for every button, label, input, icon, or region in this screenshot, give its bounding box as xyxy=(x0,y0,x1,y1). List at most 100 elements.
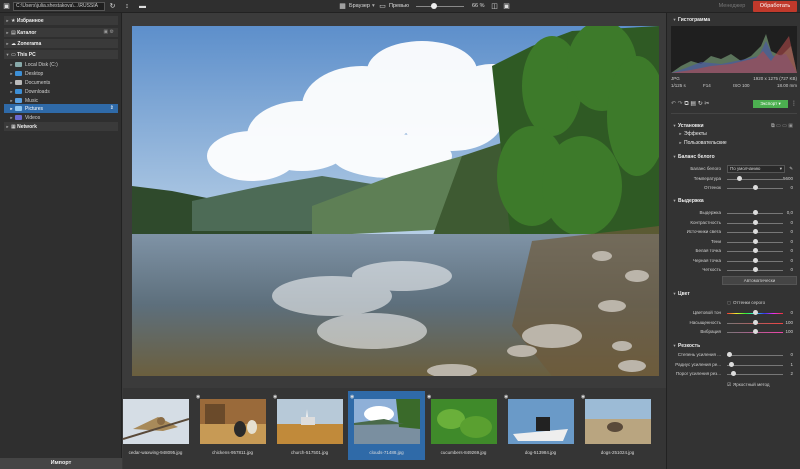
slider-handle[interactable] xyxy=(753,257,758,263)
auto-button[interactable]: Автоматически xyxy=(722,276,797,285)
histogram-header[interactable]: ▾ Гистограмма xyxy=(671,16,797,24)
music-icon xyxy=(15,98,22,103)
manager-tab[interactable]: Менеджер xyxy=(713,1,751,12)
undo-icon[interactable]: ↶ xyxy=(671,101,676,107)
preset-icons[interactable]: ⧉ ▭ ▭ ▣ xyxy=(771,122,793,130)
slider-value[interactable]: 0 xyxy=(790,309,793,317)
zonerama-item[interactable]: ▸ ☁ Zonerama xyxy=(4,39,118,48)
temperature-slider-handle[interactable] xyxy=(737,176,742,181)
slider-row: Четкость 0 xyxy=(671,266,797,274)
slider-handle[interactable] xyxy=(753,310,758,315)
slider-value[interactable]: 0 xyxy=(790,266,793,274)
thumbnail-item[interactable]: ◉ cucumbers-849269.jpg xyxy=(425,391,502,460)
panel-toggle-icon[interactable]: ▣ xyxy=(2,2,11,11)
slider-handle[interactable] xyxy=(753,319,758,325)
thumbnail-item[interactable]: ◉ dogs-251024.jpg xyxy=(579,391,656,460)
color-header[interactable]: ▾ Цвет xyxy=(671,290,797,298)
import-button[interactable]: Импорт xyxy=(0,458,122,469)
this-pc-item[interactable]: ▾ ▭ This PC xyxy=(4,50,118,59)
slider-value[interactable]: 0 xyxy=(790,219,793,227)
thumbnail-item[interactable]: ◉ dog-513984.jpg xyxy=(502,391,579,460)
slider-handle[interactable] xyxy=(753,267,758,272)
catalog-item[interactable]: ▸ ▤ Каталог ▣ ⚙ xyxy=(4,28,118,37)
fit-icon[interactable]: ◫ xyxy=(490,2,499,11)
tree-item-local-disk[interactable]: ▸ Local Disk (C:) xyxy=(8,60,118,69)
slider-handle[interactable] xyxy=(753,219,758,225)
zoom-slider-handle[interactable] xyxy=(431,3,437,9)
thumbnail-item[interactable]: ◉ chickens-957811.jpg xyxy=(194,391,271,460)
temperature-value[interactable]: 5600 xyxy=(783,175,793,183)
grayscale-checkbox[interactable]: ◻ xyxy=(727,299,731,307)
slider-value[interactable]: 100 xyxy=(785,328,793,336)
redo-icon[interactable]: ↷ xyxy=(678,101,683,107)
path-input[interactable]: C:\Users\julia.shestakova\...\RUSSIA xyxy=(13,2,105,11)
custom-item[interactable]: ▸ Пользовательские xyxy=(677,139,800,147)
thumbnail-item[interactable]: cedar-waxwing-948095.jpg xyxy=(117,391,194,460)
tree-item-pictures[interactable]: ▸ Pictures ⇕ xyxy=(4,104,118,113)
wb-label: Баланс белого xyxy=(690,166,721,171)
chevron-down-icon[interactable]: ▾ xyxy=(372,3,375,10)
slider-value[interactable]: 0 xyxy=(790,238,793,246)
slider-value[interactable]: 100 xyxy=(785,319,793,327)
slider-row: Насыщенность 100 xyxy=(671,319,797,327)
color-title: Цвет xyxy=(678,291,690,297)
eyedropper-icon[interactable]: ✎ xyxy=(789,165,793,173)
slider-handle[interactable] xyxy=(753,229,758,234)
main-photo[interactable] xyxy=(132,26,659,376)
slider-track[interactable] xyxy=(727,355,783,356)
slider-handle[interactable] xyxy=(753,238,758,244)
tree-item-downloads[interactable]: ▸ Downloads xyxy=(8,87,118,96)
exposure-header[interactable]: ▾ Выдержка xyxy=(671,197,797,205)
add-icon[interactable]: ▣ ⚙ xyxy=(103,28,114,37)
preview-dropdown[interactable]: Превью xyxy=(389,3,409,10)
thumbnail-item[interactable]: ◉ church-517501.jpg xyxy=(271,391,348,460)
process-button[interactable]: Обработать xyxy=(753,1,797,12)
slider-row: Черная точка 0 xyxy=(671,257,797,265)
more-icon[interactable]: ⋮ xyxy=(791,99,797,109)
slider-label: Источники света xyxy=(686,229,721,234)
new-folder-icon[interactable]: ▬ xyxy=(138,2,147,11)
slider-value[interactable]: 0 xyxy=(790,228,793,236)
slider-handle[interactable] xyxy=(729,361,734,367)
compare-icon[interactable]: ✂ xyxy=(704,101,709,107)
sort-button[interactable]: ↕ xyxy=(120,2,134,11)
expand-icon[interactable]: ⇕ xyxy=(110,104,114,113)
slider-handle[interactable] xyxy=(753,329,758,334)
thumbnail-image xyxy=(354,399,420,444)
wb-header[interactable]: ▾ Баланс белого xyxy=(671,153,797,161)
slider-handle[interactable] xyxy=(753,210,758,215)
wb-dropdown[interactable]: По умолчанию ▾ xyxy=(727,165,785,173)
slider-value[interactable]: 0 xyxy=(790,351,793,359)
slider-handle[interactable] xyxy=(731,371,736,376)
actual-size-icon[interactable]: ▣ xyxy=(502,2,511,11)
tint-value[interactable]: 0 xyxy=(790,184,793,192)
zoom-slider[interactable] xyxy=(416,6,464,7)
slider-value[interactable]: 1 xyxy=(790,361,793,369)
refresh-icon[interactable]: ↻ xyxy=(698,101,703,107)
browser-dropdown[interactable]: Браузер xyxy=(349,3,370,10)
tree-item-documents[interactable]: ▸ Documents xyxy=(8,78,118,87)
tree-item-videos[interactable]: ▸ Videos xyxy=(8,113,118,122)
sharpness-header[interactable]: ▾ Резкость xyxy=(671,342,797,350)
slider-value[interactable]: 0 xyxy=(790,247,793,255)
export-button[interactable]: Экспорт ▾ xyxy=(753,100,788,108)
slider-value[interactable]: 2 xyxy=(790,370,793,378)
slider-track[interactable] xyxy=(727,364,783,366)
tree-item-desktop[interactable]: ▸ Desktop xyxy=(8,69,118,78)
refresh-icon[interactable]: ↻ xyxy=(108,2,117,11)
thumbnail-item-selected[interactable]: ◉ clouds-71488.jpg xyxy=(348,391,425,460)
favorites-item[interactable]: ▸ ★ Избранное xyxy=(4,16,118,25)
slider-handle[interactable] xyxy=(727,352,732,357)
temperature-slider[interactable] xyxy=(727,179,783,180)
settings-header[interactable]: ▾ Установки ⧉ ▭ ▭ ▣ xyxy=(671,122,797,130)
tint-slider-handle[interactable] xyxy=(753,185,758,190)
network-item[interactable]: ▸ ▦ Network xyxy=(4,122,118,131)
accurate-checkbox[interactable]: ☑ xyxy=(727,381,731,389)
thumbnail-image xyxy=(200,399,266,444)
slider-value[interactable]: 0 xyxy=(790,257,793,265)
slider-value[interactable]: 0,0 xyxy=(787,209,793,217)
effects-item[interactable]: ▸ Эффекты xyxy=(677,130,800,138)
slider-handle[interactable] xyxy=(753,248,758,253)
paste-icon[interactable]: ▤ xyxy=(690,101,696,107)
copy-icon[interactable]: ⧉ xyxy=(684,101,688,107)
